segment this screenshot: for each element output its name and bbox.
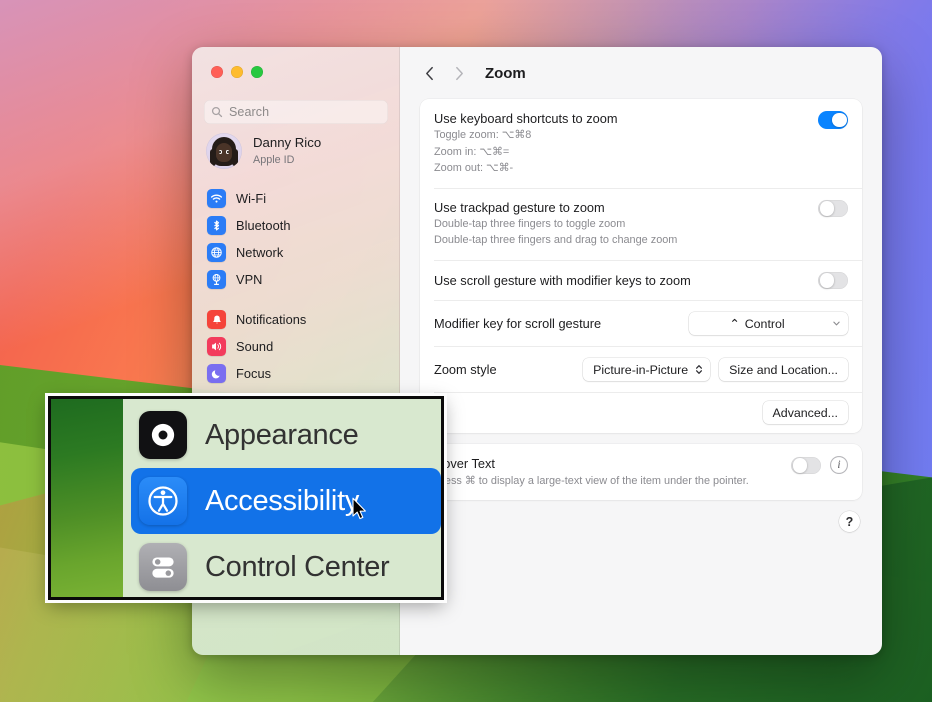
control-center-icon	[139, 543, 187, 591]
search-icon	[211, 106, 223, 118]
accessibility-icon	[139, 477, 187, 525]
row-advanced: Advanced...	[420, 392, 862, 433]
sidebar-item-notifications[interactable]: Notifications	[201, 306, 390, 333]
zoom-magnified-wallpaper	[51, 399, 123, 597]
row-subline: Zoom in: ⌥⌘=	[434, 145, 818, 160]
row-zoom-style: Zoom style Picture-in-Picture Size and L…	[420, 346, 862, 392]
zoom-picture-in-picture-overlay: Appearance Accessibility	[48, 396, 444, 600]
sidebar-item-sound[interactable]: Sound	[201, 333, 390, 360]
maximize-button[interactable]	[251, 66, 263, 78]
modifier-key-dropdown[interactable]: ⌃ Control	[689, 312, 848, 335]
advanced-button[interactable]: Advanced...	[763, 401, 848, 424]
hover-text-title: Hover Text	[434, 455, 791, 472]
scroll-gesture-toggle[interactable]	[818, 272, 848, 290]
zoom-settings-card: Use keyboard shortcuts to zoom Toggle zo…	[420, 99, 862, 433]
hover-text-subtitle: Press ⌘ to display a large-text view of …	[434, 474, 791, 489]
moon-icon	[207, 364, 226, 383]
bell-icon	[207, 310, 226, 329]
profile-name: Danny Rico	[253, 135, 321, 152]
row-title: Use trackpad gesture to zoom	[434, 199, 818, 216]
speaker-icon	[207, 337, 226, 356]
window-controls	[211, 66, 263, 78]
avatar	[206, 133, 242, 169]
modifier-key-symbol: ⌃	[729, 316, 739, 331]
row-subline: Zoom out: ⌥⌘-	[434, 161, 818, 176]
toolbar: Zoom	[400, 47, 882, 99]
row-label: Zoom style	[434, 361, 583, 378]
sidebar-item-label: Bluetooth	[236, 218, 291, 233]
hover-text-info-button[interactable]: i	[830, 456, 848, 474]
zoom-item-control-center[interactable]: Control Center	[123, 534, 441, 600]
hover-text-toggle[interactable]	[791, 457, 821, 475]
sidebar-item-bluetooth[interactable]: Bluetooth	[201, 212, 390, 239]
hover-text-card: Hover Text Press ⌘ to display a large-te…	[420, 444, 862, 500]
sidebar-item-wi-fi[interactable]: Wi-Fi	[201, 185, 390, 212]
profile-subtitle: Apple ID	[253, 153, 321, 167]
row-title: Use scroll gesture with modifier keys to…	[434, 272, 818, 289]
zoom-style-dropdown[interactable]: Picture-in-Picture	[583, 358, 710, 381]
apple-id-profile[interactable]: Danny Rico Apple ID	[206, 133, 321, 169]
mouse-cursor	[352, 497, 367, 520]
row-keyboard-shortcuts: Use keyboard shortcuts to zoom Toggle zo…	[420, 99, 862, 188]
sidebar-item-label: VPN	[236, 272, 262, 287]
sidebar-group-network: Wi-Fi Bluetooth	[192, 185, 399, 293]
search-field[interactable]: Search	[204, 100, 388, 124]
row-modifier-key: Modifier key for scroll gesture ⌃ Contro…	[420, 300, 862, 346]
zoom-item-label: Accessibility	[205, 485, 359, 518]
appearance-icon	[139, 411, 187, 459]
row-label: Modifier key for scroll gesture	[434, 315, 689, 332]
sidebar-item-label: Wi-Fi	[236, 191, 266, 206]
bluetooth-icon	[207, 216, 226, 235]
sidebar-item-label: Network	[236, 245, 283, 260]
row-trackpad-gesture: Use trackpad gesture to zoom Double-tap …	[420, 188, 862, 260]
chevron-down-icon	[832, 319, 841, 328]
page-title: Zoom	[485, 65, 526, 82]
globe-icon	[207, 243, 226, 262]
forward-button[interactable]	[446, 60, 472, 86]
zoom-item-appearance[interactable]: Appearance	[123, 402, 441, 468]
row-subline: Double-tap three fingers and drag to cha…	[434, 233, 818, 248]
vpn-icon	[207, 270, 226, 289]
row-scroll-gesture: Use scroll gesture with modifier keys to…	[420, 260, 862, 301]
row-title: Use keyboard shortcuts to zoom	[434, 110, 818, 127]
zoom-style-value: Picture-in-Picture	[593, 363, 688, 377]
sidebar-item-vpn[interactable]: VPN	[201, 266, 390, 293]
zoom-item-label: Control Center	[205, 551, 389, 584]
sidebar-item-label: Notifications	[236, 312, 306, 327]
minimize-button[interactable]	[231, 66, 243, 78]
search-placeholder: Search	[229, 105, 269, 119]
sidebar-divider-1	[192, 293, 399, 306]
sidebar-group-system: Notifications Sound	[192, 306, 399, 387]
keyboard-shortcuts-toggle[interactable]	[818, 111, 848, 129]
back-button[interactable]	[416, 60, 442, 86]
content-pane: Zoom Use keyboard shortcuts to zoom Togg…	[400, 47, 882, 655]
modifier-key-value: Control	[745, 317, 785, 331]
help-row: ?	[420, 500, 862, 532]
close-button[interactable]	[211, 66, 223, 78]
row-hover-text: Hover Text Press ⌘ to display a large-te…	[420, 444, 862, 500]
row-subline: Double-tap three fingers to toggle zoom	[434, 217, 818, 232]
row-subline: Toggle zoom: ⌥⌘8	[434, 128, 818, 143]
trackpad-gesture-toggle[interactable]	[818, 200, 848, 218]
sidebar-item-focus[interactable]: Focus	[201, 360, 390, 387]
zoom-item-label: Appearance	[205, 419, 358, 452]
help-button[interactable]: ?	[839, 511, 860, 532]
sidebar-item-label: Sound	[236, 339, 273, 354]
size-and-location-button[interactable]: Size and Location...	[719, 358, 848, 381]
sidebar-item-label: Focus	[236, 366, 271, 381]
zoom-item-accessibility[interactable]: Accessibility	[131, 468, 441, 534]
chevron-left-icon	[425, 66, 434, 81]
sidebar-item-network[interactable]: Network	[201, 239, 390, 266]
settings-scroll-area: Use keyboard shortcuts to zoom Toggle zo…	[400, 99, 882, 655]
chevron-right-icon	[455, 66, 464, 81]
wifi-icon	[207, 189, 226, 208]
chevron-up-down-icon	[695, 363, 703, 376]
zoom-magnified-sidebar: Appearance Accessibility	[123, 399, 441, 597]
